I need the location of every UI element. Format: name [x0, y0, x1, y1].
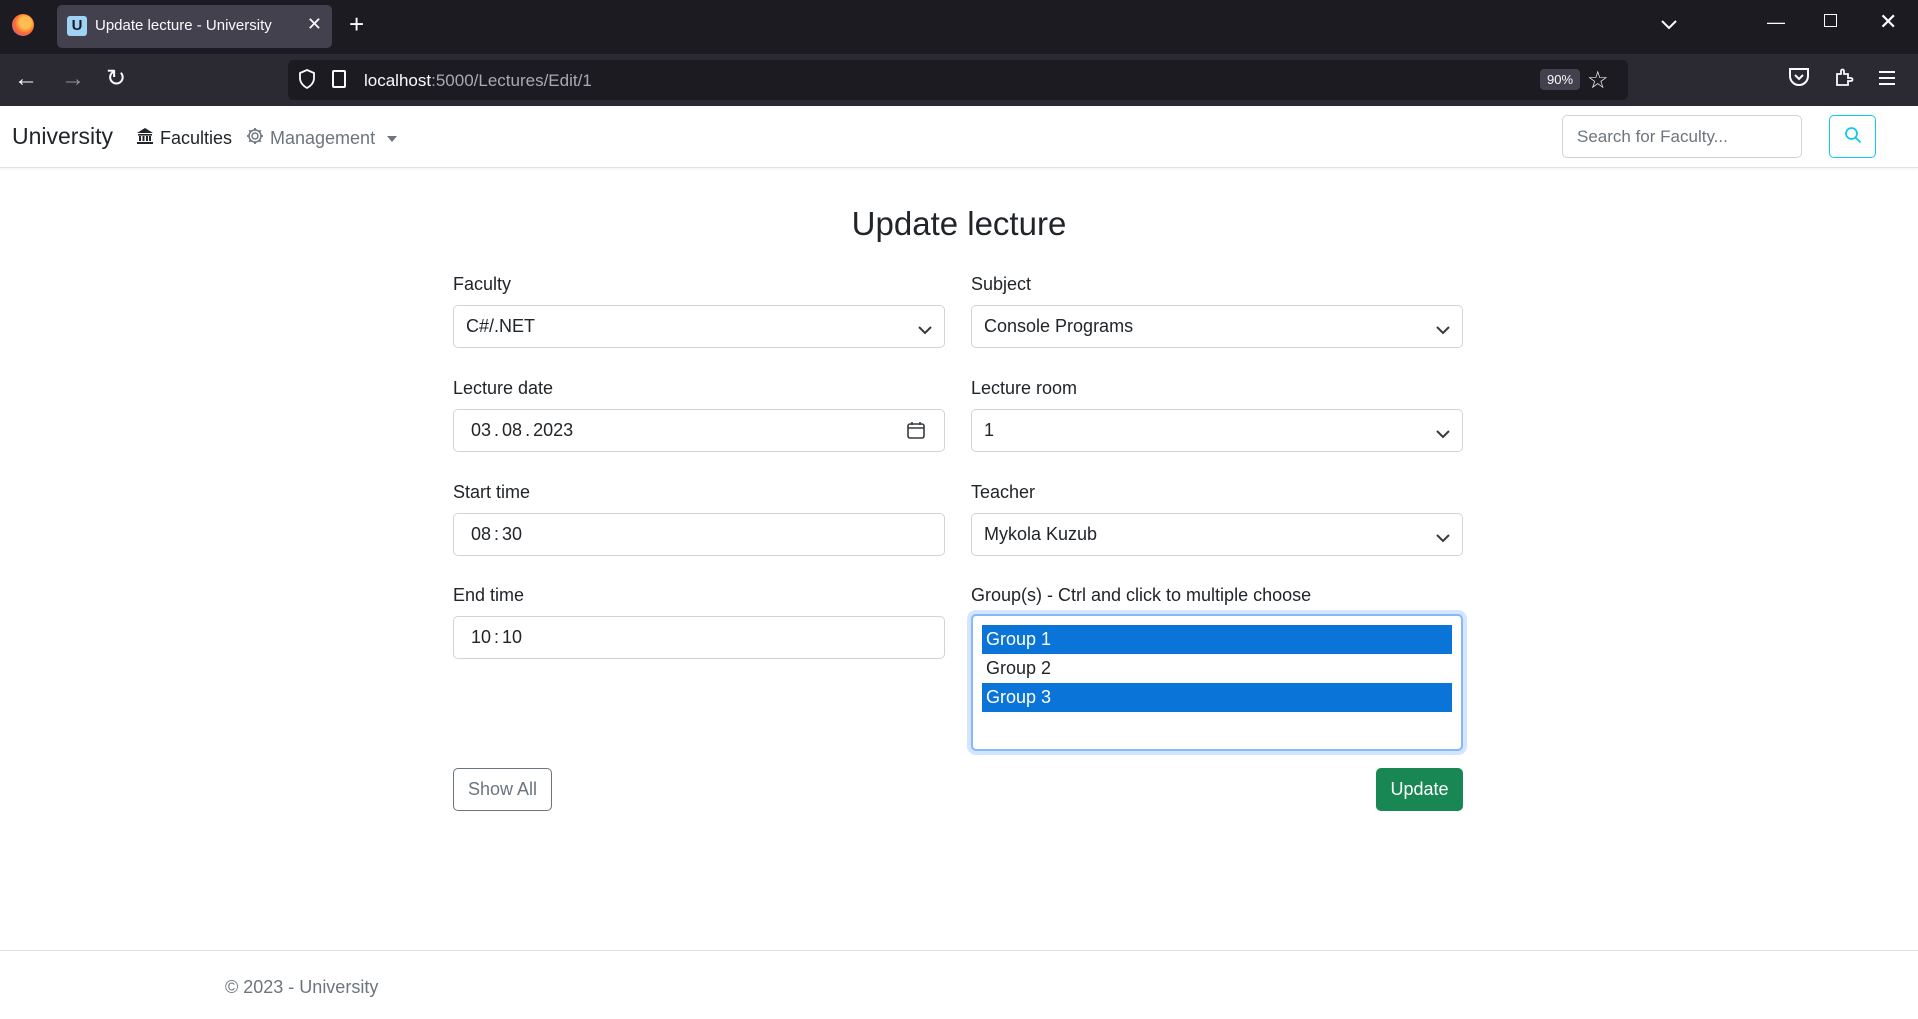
calendar-icon[interactable] — [906, 420, 926, 445]
faculty-label: Faculty — [453, 274, 512, 294]
subject-label: Subject — [971, 274, 1032, 294]
window-restore-icon[interactable] — [1824, 14, 1837, 27]
lecture-date-label: Lecture date — [453, 378, 554, 398]
lecture-date-input[interactable]: 03. 08. 2023 — [453, 409, 945, 452]
page-info-icon[interactable] — [332, 70, 346, 88]
start-minute[interactable]: 30 — [502, 524, 522, 545]
end-time-input[interactable]: 10:10 — [453, 616, 945, 659]
tab-title: Update lecture - University — [95, 17, 272, 34]
start-hour[interactable]: 08 — [471, 524, 491, 545]
brand-link[interactable]: University — [12, 123, 113, 150]
browser-tab-bar: U Update lecture - University ✕ + — ✕ — [0, 0, 1918, 54]
browser-toolbar: ← → ↻ localhost:5000/Lectures/Edit/1 90%… — [0, 54, 1918, 106]
chevron-down-icon — [1436, 423, 1450, 444]
page-title: Update lecture — [851, 205, 1067, 242]
forward-arrow-icon[interactable]: → — [61, 66, 85, 92]
tab-list-chevron-icon[interactable] — [1661, 14, 1677, 35]
group-option[interactable]: Group 1 — [982, 625, 1452, 654]
extensions-icon[interactable] — [1833, 66, 1855, 94]
footer: © 2023 - University — [0, 950, 1918, 1019]
footer-copyright: © 2023 - University — [225, 977, 379, 997]
new-tab-icon[interactable]: + — [349, 11, 364, 37]
date-year[interactable]: 2023 — [533, 420, 573, 441]
groups-multiselect[interactable]: Group 1 Group 2 Group 3 — [971, 614, 1463, 751]
pocket-icon[interactable] — [1788, 67, 1810, 93]
lecture-room-select[interactable]: 1 — [971, 409, 1463, 452]
url-text[interactable]: localhost:5000/Lectures/Edit/1 — [364, 71, 592, 91]
app-navbar: University Faculties Management — [0, 106, 1918, 168]
gear-icon — [246, 127, 264, 150]
end-hour[interactable]: 10 — [471, 627, 491, 648]
browser-tab[interactable]: U Update lecture - University ✕ — [57, 5, 332, 48]
search-button[interactable] — [1829, 115, 1876, 158]
end-minute[interactable]: 10 — [502, 627, 522, 648]
shield-icon[interactable] — [298, 69, 316, 94]
date-month[interactable]: 08 — [502, 420, 522, 441]
subject-select[interactable]: Console Programs — [971, 305, 1463, 348]
nav-faculties-link[interactable]: Faculties — [136, 127, 232, 150]
tab-close-icon[interactable]: ✕ — [307, 14, 322, 34]
search-input[interactable] — [1562, 115, 1802, 158]
faculty-select[interactable]: C#/.NET — [453, 305, 945, 348]
search-icon — [1844, 126, 1862, 147]
lecture-room-value: 1 — [984, 420, 995, 440]
bookmark-star-icon[interactable]: ☆ — [1587, 66, 1609, 95]
groups-label: Group(s) - Ctrl and click to multiple ch… — [971, 585, 1312, 605]
tab-favicon-icon: U — [67, 16, 87, 36]
teacher-value: Mykola Kuzub — [984, 524, 1098, 544]
teacher-select[interactable]: Mykola Kuzub — [971, 513, 1463, 556]
date-day[interactable]: 03 — [471, 420, 491, 441]
lecture-room-label: Lecture room — [971, 378, 1078, 398]
chevron-down-icon — [918, 319, 932, 340]
window-close-icon[interactable]: ✕ — [1879, 9, 1897, 35]
zoom-level-badge[interactable]: 90% — [1540, 69, 1581, 90]
update-button[interactable]: Update — [1376, 768, 1463, 811]
building-columns-icon — [136, 127, 154, 150]
caret-down-icon — [387, 135, 398, 142]
end-time-label: End time — [453, 585, 525, 605]
url-bar[interactable]: localhost:5000/Lectures/Edit/1 90% ☆ — [288, 60, 1628, 100]
start-time-input[interactable]: 08:30 — [453, 513, 945, 556]
faculty-value: C#/.NET — [466, 316, 536, 336]
nav-management-label: Management — [270, 128, 376, 148]
subject-value: Console Programs — [984, 316, 1134, 336]
show-all-button[interactable]: Show All — [453, 768, 552, 811]
back-arrow-icon[interactable]: ← — [14, 66, 38, 92]
teacher-label: Teacher — [971, 482, 1036, 502]
menu-hamburger-icon[interactable] — [1878, 66, 1896, 92]
chevron-down-icon — [1436, 527, 1450, 548]
reload-icon[interactable]: ↻ — [106, 66, 126, 92]
window-minimize-icon[interactable]: — — [1767, 12, 1785, 33]
chevron-down-icon — [1436, 319, 1450, 340]
nav-management-dropdown[interactable]: Management — [246, 127, 398, 150]
nav-faculties-label: Faculties — [160, 128, 233, 148]
group-option[interactable]: Group 2 — [982, 654, 1452, 683]
firefox-logo-icon[interactable] — [12, 14, 34, 36]
start-time-label: Start time — [453, 482, 531, 502]
group-option[interactable]: Group 3 — [982, 683, 1452, 712]
